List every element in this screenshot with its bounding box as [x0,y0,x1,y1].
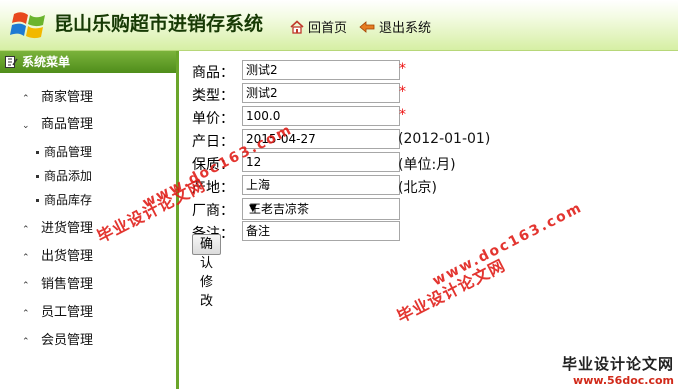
sidebar-item-staff[interactable]: ⌃ 员工管理 [22,303,93,323]
corner-watermark: 毕业设计论文网 www.56doc.com [504,353,674,387]
corner-watermark-title: 毕业设计论文网 [561,355,674,373]
home-link-label: 回首页 [308,21,348,36]
chevron-up-icon: ⌃ [22,253,30,263]
windows-logo-icon [10,12,45,39]
app-header: 昆山乐购超市进销存系统 回首页 退出系统 [0,0,678,51]
price-label: 单价： [192,111,234,127]
menu-edit-icon [5,56,18,68]
type-label: 类型： [192,88,234,104]
chevron-up-icon: ⌃ [22,225,30,235]
exit-link[interactable]: 退出系统 [359,17,431,36]
home-link[interactable]: 回首页 [290,17,347,36]
sidebar-subitem-product-add[interactable]: 商品添加 [36,167,92,185]
dropdown-arrow-icon: ▼ [249,203,257,214]
shelf-life-input[interactable]: 12 [242,152,400,172]
sidebar-subitem-label: 商品添加 [44,169,93,183]
vendor-label: 厂商： [192,203,234,219]
bullet-icon [36,151,39,154]
home-icon [290,20,304,34]
type-input[interactable]: 测试2 [242,83,400,103]
sidebar-subitem-product-manage[interactable]: 商品管理 [36,143,92,161]
sidebar-item-purchase[interactable]: ⌃ 进货管理 [22,219,93,239]
sidebar-item-merchant[interactable]: ⌃ 商家管理 [22,88,93,108]
shelf-hint: (单位:月) [398,157,456,173]
watermark-url: www.doc163.com [430,199,586,290]
required-marker: * [399,84,406,100]
chevron-up-icon: ⌃ [22,337,30,347]
vendor-select[interactable]: 王老吉凉茶 ▼ [242,198,400,220]
sidebar-item-label: 员工管理 [41,305,94,320]
sidebar-item-sales[interactable]: ⌃ 销售管理 [22,275,93,295]
bullet-icon [36,175,39,178]
sidebar-item-label: 进货管理 [41,221,94,236]
product-input[interactable]: 测试2 [242,60,400,80]
sidebar-item-member[interactable]: ⌃ 会员管理 [22,331,93,351]
sidebar-item-label: 出货管理 [41,249,94,264]
confirm-edit-button[interactable]: 确认修改 [192,234,222,309]
sidebar-subitem-label: 商品管理 [44,145,93,159]
required-marker: * [399,107,406,123]
chevron-up-icon: ⌃ [22,309,30,319]
exit-link-label: 退出系统 [379,21,432,36]
note-input[interactable]: 备注 [242,221,400,241]
date-hint: (2012-01-01) [398,131,491,147]
sidebar-item-label: 会员管理 [41,333,94,348]
sidebar-item-label: 商品管理 [41,117,94,132]
bullet-icon [36,199,39,202]
chevron-down-icon: ⌄ [22,121,30,131]
sidebar-subitem-product-stock[interactable]: 商品库存 [36,191,92,209]
origin-hint: (北京) [398,180,437,196]
sidebar-header-label: 系统菜单 [22,55,71,69]
required-marker: * [399,61,406,77]
exit-arrow-icon [359,21,375,33]
sidebar-header: 系统菜单 [0,51,176,73]
sidebar-subitem-label: 商品库存 [44,193,93,207]
origin-input[interactable]: 上海 [242,175,400,195]
sidebar-item-label: 销售管理 [41,277,94,292]
app-title: 昆山乐购超市进销存系统 [54,13,264,35]
chevron-up-icon: ⌃ [22,281,30,291]
chevron-up-icon: ⌃ [22,94,30,104]
sidebar-item-shipment[interactable]: ⌃ 出货管理 [22,247,93,267]
price-input[interactable]: 100.0 [242,106,400,126]
corner-watermark-url: www.56doc.com [573,374,674,387]
product-label: 商品： [192,65,234,81]
date-label: 产日： [192,134,234,150]
sidebar-item-product[interactable]: ⌄ 商品管理 [22,115,93,135]
sidebar-item-label: 商家管理 [41,90,94,105]
